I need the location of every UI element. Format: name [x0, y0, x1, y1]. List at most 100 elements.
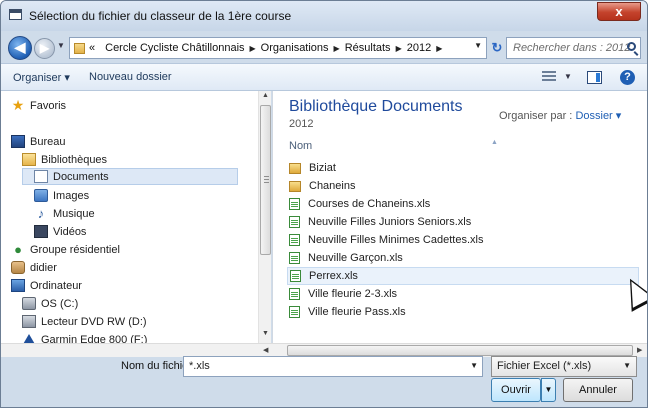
nav-item-documents[interactable]: Documents [22, 168, 238, 185]
dvd-drive-icon [22, 315, 36, 328]
excel-file-icon [290, 270, 301, 282]
breadcrumb-item[interactable]: 2012 ▶ [407, 42, 448, 54]
nav-item-musique[interactable]: ♪ Musique [34, 205, 95, 222]
library-title: Bibliothèque Documents [289, 98, 463, 115]
excel-file-icon [289, 288, 300, 300]
close-button[interactable]: x [597, 2, 641, 21]
images-icon [34, 189, 48, 202]
navigation-scrollbar[interactable]: ▲ ▼ [258, 91, 271, 343]
videos-icon [34, 225, 48, 238]
nav-item-didier[interactable]: didier [11, 259, 57, 276]
folder-icon [289, 180, 301, 192]
computer-icon [11, 279, 25, 292]
nav-item-images[interactable]: Images [34, 187, 89, 204]
desktop-icon [11, 135, 25, 148]
forward-button[interactable]: ▶ [34, 38, 55, 59]
nav-item-ordinateur[interactable]: Ordinateur [11, 277, 82, 294]
search-placeholder: Rechercher dans : 2012 [513, 42, 631, 54]
scroll-right-icon[interactable]: ▶ [637, 346, 642, 354]
views-icon[interactable] [542, 71, 556, 83]
folder-icon [289, 162, 301, 174]
list-item[interactable]: Neuville Filles Minimes Cadettes.xls [287, 231, 639, 249]
nav-item-os-c[interactable]: OS (C:) [22, 295, 78, 312]
column-header-name[interactable]: Nom [289, 140, 312, 152]
nav-item-groupe-residentiel[interactable]: ● Groupe résidentiel [11, 241, 120, 258]
breadcrumb-item[interactable]: Cercle Cycliste Châtillonnais ▶ [105, 42, 261, 54]
new-folder-button[interactable]: Nouveau dossier [89, 71, 172, 83]
sort-caret-icon: ▲ [491, 139, 498, 146]
music-icon: ♪ [37, 206, 45, 221]
list-item[interactable]: Courses de Chaneins.xls [287, 195, 639, 213]
breadcrumb-item[interactable]: Résultats ▶ [345, 42, 407, 54]
breadcrumb-overflow[interactable]: « [89, 42, 105, 54]
list-item[interactable]: Chaneins [287, 177, 639, 195]
scroll-left-icon[interactable]: ◀ [263, 346, 268, 354]
file-list-pane: Bibliothèque Documents 2012 Organiser pa… [272, 91, 647, 343]
filename-dropdown-icon[interactable]: ▼ [470, 361, 478, 370]
navigation-pane: ★ Favoris Bureau Bibliothèques Documents … [1, 91, 271, 343]
library-subtitle: 2012 [289, 118, 314, 130]
title-bar: Sélection du fichier du classeur de la 1… [1, 1, 647, 31]
recent-pages-chevron-icon[interactable]: ▼ [57, 41, 65, 50]
scroll-up-icon[interactable]: ▲ [262, 92, 269, 99]
list-item[interactable]: Ville fleurie Pass.xls [287, 303, 639, 321]
nav-item-bureau[interactable]: Bureau [11, 133, 65, 150]
garmin-icon [22, 333, 36, 343]
excel-file-icon [289, 234, 300, 246]
window-title: Sélection du fichier du classeur de la 1… [29, 9, 292, 23]
address-dropdown-icon[interactable]: ▼ [474, 41, 482, 50]
horizontal-scrollbar[interactable]: ◀ ▶ [1, 343, 647, 357]
nav-item-bibliotheques[interactable]: Bibliothèques [22, 151, 107, 168]
scroll-down-icon[interactable]: ▼ [262, 330, 269, 337]
back-button[interactable]: ◀ [8, 36, 32, 60]
list-item-hovered[interactable]: Perrex.xls [287, 267, 639, 285]
scroll-thumb[interactable] [287, 345, 633, 356]
chevron-right-icon[interactable]: ▶ [334, 44, 340, 53]
address-bar[interactable]: « Cercle Cycliste Châtillonnais ▶ Organis… [69, 37, 487, 59]
file-open-dialog: Sélection du fichier du classeur de la 1… [0, 0, 648, 408]
list-item[interactable]: Neuville Filles Juniors Seniors.xls [287, 213, 639, 231]
star-icon: ★ [11, 97, 25, 113]
arrange-by[interactable]: Organiser par : Dossier ▾ [499, 109, 621, 122]
filetype-dropdown-icon[interactable]: ▼ [623, 361, 631, 370]
folder-icon [74, 42, 85, 54]
filename-input[interactable]: *.xls ▼ [183, 356, 483, 377]
excel-file-icon [289, 252, 300, 264]
cancel-button[interactable]: Annuler [563, 378, 633, 402]
open-button[interactable]: Ouvrir [491, 378, 541, 402]
list-item[interactable]: Biziat [287, 159, 639, 177]
organize-button[interactable]: Organiser ▾ [13, 71, 70, 84]
views-dropdown-icon[interactable]: ▼ [564, 72, 572, 81]
dialog-footer: Nom du fichier : *.xls ▼ Fichier Excel (… [1, 356, 647, 407]
homegroup-icon: ● [14, 242, 22, 257]
help-icon[interactable]: ? [620, 70, 635, 85]
excel-file-icon [289, 216, 300, 228]
drive-icon [22, 297, 36, 310]
arrange-by-dropdown[interactable]: Dossier ▾ [575, 110, 621, 122]
command-bar: Organiser ▾ Nouveau dossier ▼ ? [1, 63, 647, 91]
libraries-icon [22, 153, 36, 166]
excel-file-icon [289, 198, 300, 210]
window-icon [9, 9, 22, 20]
open-options-dropdown[interactable]: ▼ [541, 378, 556, 402]
documents-icon [34, 170, 48, 183]
chevron-right-icon[interactable]: ▶ [436, 44, 442, 53]
address-row: ◀ ▶ ▼ « Cercle Cycliste Châtillonnais ▶ O… [1, 31, 647, 63]
nav-item-dvd-d[interactable]: Lecteur DVD RW (D:) [22, 313, 147, 330]
excel-file-icon [289, 306, 300, 318]
nav-item-garmin-f[interactable]: Garmin Edge 800 (F:) [22, 331, 147, 343]
nav-item-videos[interactable]: Vidéos [34, 223, 86, 240]
chevron-right-icon[interactable]: ▶ [396, 44, 402, 53]
nav-item-favoris[interactable]: ★ Favoris [11, 97, 66, 114]
filetype-select[interactable]: Fichier Excel (*.xls) ▼ [491, 356, 637, 377]
user-icon [11, 261, 25, 274]
search-icon[interactable] [627, 42, 636, 51]
refresh-icon[interactable]: ↻ [490, 40, 504, 56]
search-input[interactable]: Rechercher dans : 2012 [506, 37, 641, 59]
list-item[interactable]: Neuville Garçon.xls [287, 249, 639, 267]
breadcrumb-item[interactable]: Organisations ▶ [261, 42, 345, 54]
list-item[interactable]: Ville fleurie 2-3.xls [287, 285, 639, 303]
chevron-right-icon[interactable]: ▶ [250, 44, 256, 53]
scroll-thumb[interactable] [260, 105, 271, 255]
preview-pane-icon[interactable] [587, 71, 602, 84]
